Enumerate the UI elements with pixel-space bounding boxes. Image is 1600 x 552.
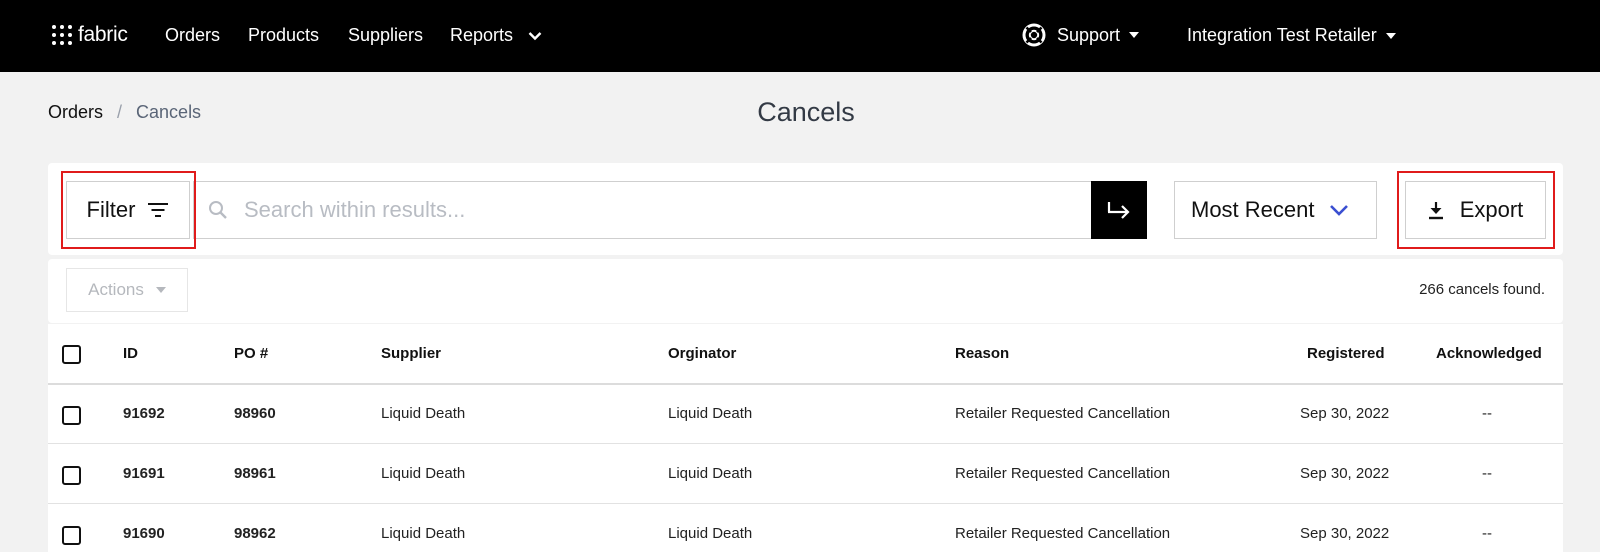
- row-reason: Retailer Requested Cancellation: [955, 465, 1171, 482]
- lifebuoy-icon: [1022, 23, 1046, 47]
- actions-dropdown[interactable]: Actions: [66, 268, 188, 312]
- column-header-supplier[interactable]: Supplier: [381, 345, 441, 362]
- column-header-originator[interactable]: Orginator: [668, 345, 736, 362]
- export-button[interactable]: Export: [1405, 181, 1546, 239]
- arrow-right-icon: [1107, 202, 1130, 219]
- row-checkbox[interactable]: [62, 466, 81, 485]
- row-po-link[interactable]: 98961: [234, 465, 276, 482]
- caret-down-icon: [155, 287, 166, 293]
- row-divider: [48, 443, 1563, 444]
- chevron-down-icon: [528, 32, 542, 41]
- retailer-label: Integration Test Retailer: [1187, 25, 1377, 45]
- row-checkbox[interactable]: [62, 526, 81, 545]
- row-divider: [48, 503, 1563, 504]
- support-label: Support: [1057, 24, 1121, 45]
- row-registered: Sep 30, 2022: [1300, 525, 1390, 542]
- row-po-link[interactable]: 98960: [234, 405, 276, 422]
- nav-orders[interactable]: Orders: [165, 25, 220, 46]
- retailer-menu[interactable]: Integration Test Retailer: [1187, 25, 1396, 46]
- row-po-link[interactable]: 98962: [234, 525, 276, 542]
- row-reason: Retailer Requested Cancellation: [955, 405, 1171, 422]
- header-divider: [48, 383, 1563, 385]
- row-id-link[interactable]: 91692: [123, 405, 165, 422]
- nav-reports-label: Reports: [450, 25, 514, 45]
- search-icon: [209, 201, 227, 219]
- select-all-checkbox[interactable]: [62, 345, 81, 364]
- column-header-po[interactable]: PO #: [234, 345, 268, 362]
- filter-lines-icon: [148, 203, 169, 217]
- filter-button[interactable]: Filter: [66, 181, 190, 239]
- row-registered: Sep 30, 2022: [1300, 405, 1390, 422]
- export-label: Export: [1459, 197, 1524, 222]
- actions-label: Actions: [88, 280, 144, 299]
- fabric-logo[interactable]: fabric: [52, 23, 128, 47]
- row-reason: Retailer Requested Cancellation: [955, 525, 1171, 542]
- search-input[interactable]: [244, 197, 1064, 223]
- row-supplier: Liquid Death: [381, 465, 466, 482]
- row-id-link[interactable]: 91690: [123, 525, 165, 542]
- search-submit-button[interactable]: [1091, 181, 1147, 239]
- row-acknowledged: --: [1482, 525, 1492, 542]
- search-box: [193, 181, 1091, 239]
- row-supplier: Liquid Death: [381, 525, 466, 542]
- row-registered: Sep 30, 2022: [1300, 465, 1390, 482]
- column-header-registered[interactable]: Registered: [1307, 345, 1385, 362]
- row-supplier: Liquid Death: [381, 405, 466, 422]
- column-header-reason[interactable]: Reason: [955, 345, 1009, 362]
- row-checkbox[interactable]: [62, 406, 81, 425]
- results-count: 266 cancels found.: [1419, 281, 1545, 298]
- actions-bar: [48, 259, 1563, 323]
- row-originator: Liquid Death: [668, 405, 753, 422]
- support-menu[interactable]: Support: [1022, 23, 1140, 47]
- filter-label: Filter: [86, 197, 136, 222]
- nav-products[interactable]: Products: [248, 25, 319, 46]
- top-navbar: fabric Orders Products Suppliers Reports…: [0, 0, 1600, 72]
- page-title: Cancels: [757, 97, 855, 127]
- caret-down-icon: [1385, 32, 1396, 39]
- logo-text: fabric: [78, 23, 128, 46]
- chevron-down-icon: [1329, 205, 1348, 216]
- download-icon: [1428, 201, 1443, 219]
- row-id-link[interactable]: 91691: [123, 465, 165, 482]
- row-originator: Liquid Death: [668, 525, 753, 542]
- sort-value: Most Recent: [1191, 197, 1315, 222]
- column-header-id[interactable]: ID: [123, 345, 138, 362]
- nav-reports[interactable]: Reports: [450, 25, 542, 46]
- sort-select[interactable]: Most Recent: [1174, 181, 1377, 239]
- nav-suppliers[interactable]: Suppliers: [348, 25, 423, 46]
- row-originator: Liquid Death: [668, 465, 753, 482]
- row-acknowledged: --: [1482, 465, 1492, 482]
- column-header-acknowledged[interactable]: Acknowledged: [1436, 345, 1542, 362]
- caret-down-icon: [1129, 32, 1140, 38]
- row-acknowledged: --: [1482, 405, 1492, 422]
- logo-dots-icon: [52, 25, 72, 45]
